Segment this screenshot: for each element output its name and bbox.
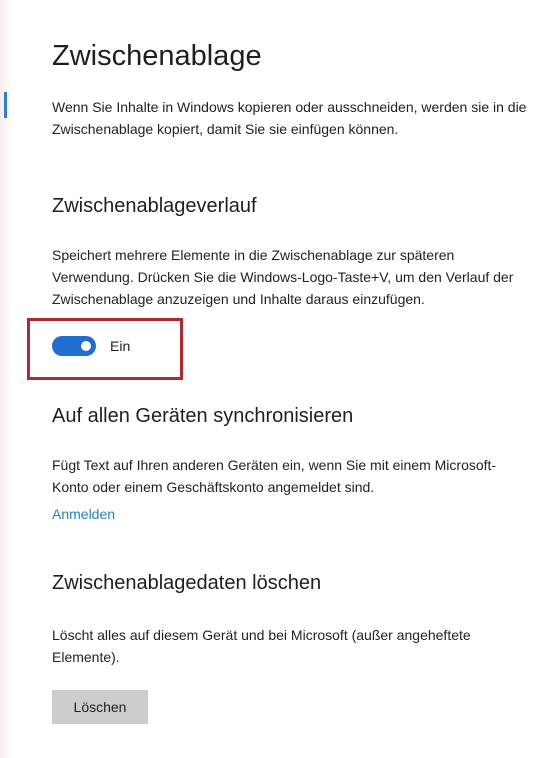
- history-section-description: Speichert mehrere Elemente in die Zwisch…: [52, 247, 514, 307]
- clear-button[interactable]: Löschen: [52, 690, 148, 724]
- page-intro: Wenn Sie Inhalte in Windows kopieren ode…: [52, 99, 527, 137]
- annotation-highlight-box: [27, 318, 183, 380]
- history-section-title: Zwischenablageverlauf: [52, 195, 257, 217]
- clear-section-title: Zwischenablagedaten löschen: [52, 572, 322, 594]
- clear-section-description: Löscht alles auf diesem Gerät und bei Mi…: [52, 627, 471, 665]
- page-title: Zwischenablage: [52, 40, 262, 72]
- sync-section-title: Auf allen Geräten synchronisieren: [52, 405, 354, 427]
- nav-selection-indicator: [4, 92, 7, 118]
- sync-section-description: Fügt Text auf Ihren anderen Geräten ein,…: [52, 457, 497, 495]
- sign-in-link[interactable]: Anmelden: [52, 506, 115, 522]
